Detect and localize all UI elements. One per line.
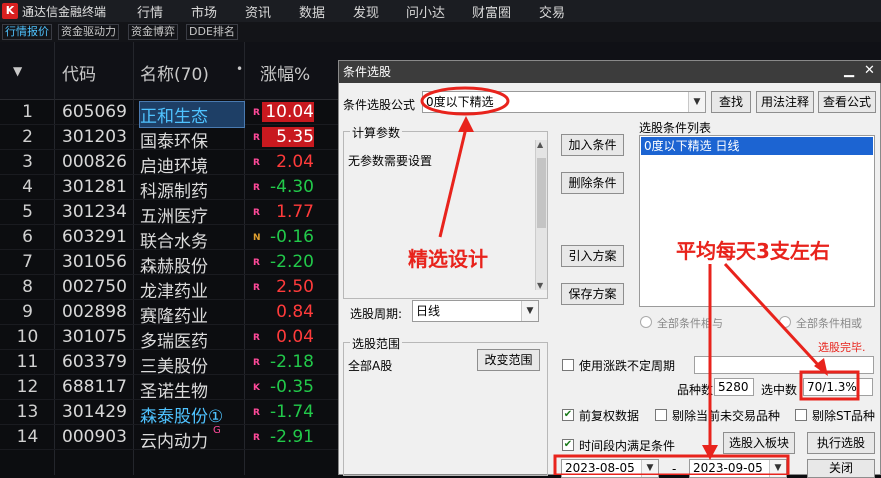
annotation-arrow-line xyxy=(438,127,468,238)
annotation-design-text: 精选设计 xyxy=(408,247,488,271)
annotation-arrow-line xyxy=(723,262,822,369)
annotation-arrow-head xyxy=(702,445,718,460)
annotation-arrow-head xyxy=(458,116,474,132)
annotation-box-selected xyxy=(799,370,860,401)
annotation-box-dates xyxy=(553,454,790,475)
annotation-avg-text: 平均每天3支左右 xyxy=(676,239,830,263)
annotation-ellipse xyxy=(420,86,510,116)
